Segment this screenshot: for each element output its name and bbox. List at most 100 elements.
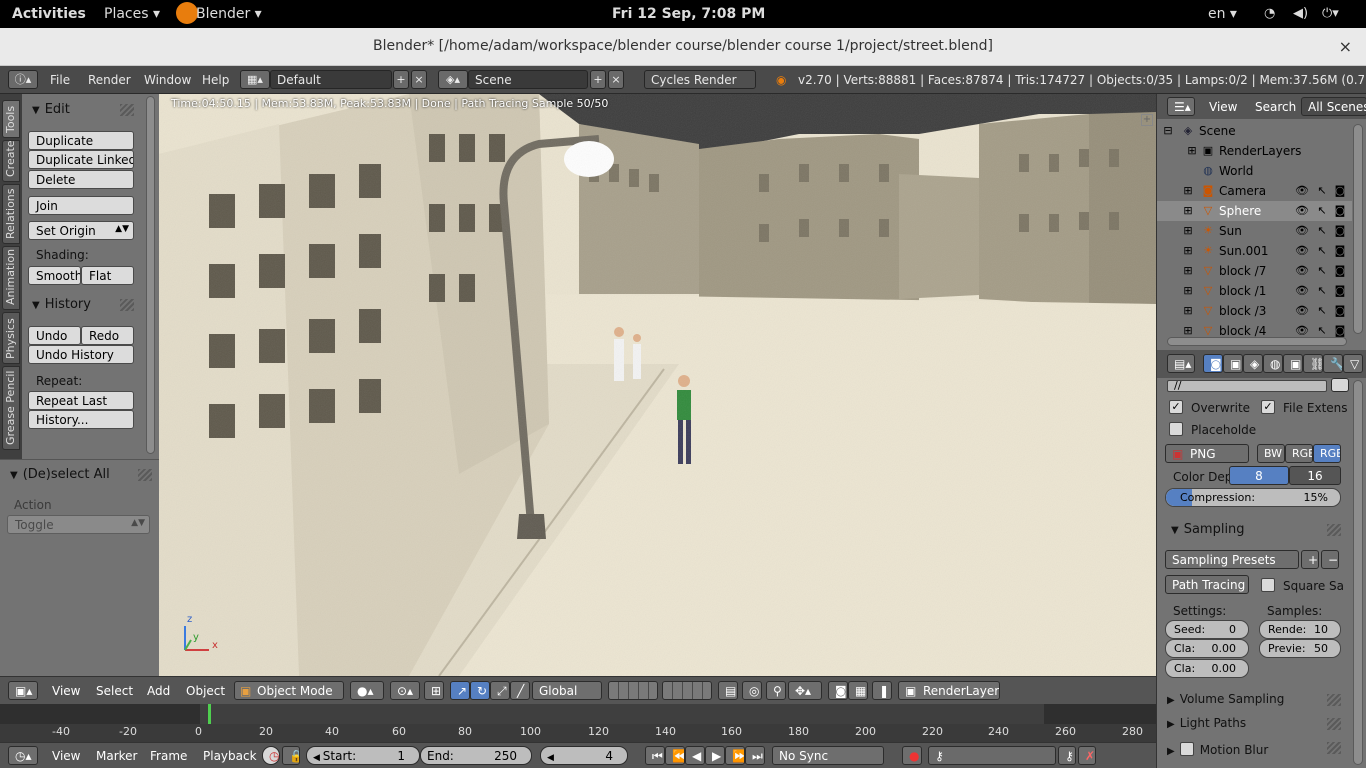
current-frame-field[interactable]: ◀ 4 [540, 746, 628, 765]
scene-tab-icon[interactable]: ◈ [1243, 354, 1263, 373]
color-rgba-button[interactable]: RGB [1313, 444, 1341, 463]
jump-end-icon[interactable]: ⏭ [745, 746, 765, 765]
properties-scrollbar[interactable] [1353, 380, 1363, 765]
join-button[interactable]: Join [28, 196, 134, 215]
tab-tools[interactable]: Tools [2, 100, 20, 138]
depth-16-button[interactable]: 16 [1289, 466, 1341, 485]
clamp-indirect-field[interactable]: Cla: 0.00 [1165, 659, 1249, 678]
end-frame-field[interactable]: End: 250 [420, 746, 532, 765]
constraints-tab-icon[interactable]: ⛓ [1303, 354, 1323, 373]
outliner-row-block-3[interactable]: ⊞ ▽ block /3 👁 ↖ ◙ [1157, 301, 1352, 321]
outliner-row-world[interactable]: ◍ World [1157, 161, 1352, 181]
undo-button[interactable]: Undo [28, 326, 81, 345]
tab-create[interactable]: Create [2, 140, 20, 182]
add-layout-icon[interactable]: + [393, 70, 409, 89]
compression-slider[interactable]: Compression: 15% [1165, 488, 1341, 507]
render-icon[interactable]: ◙ [828, 681, 848, 700]
motion-blur-panel[interactable]: ▶ Motion Blur [1167, 740, 1268, 757]
rotate-icon[interactable]: ↻ [470, 681, 490, 700]
outliner-menu-search[interactable]: Search [1255, 100, 1296, 114]
square-samples-checkbox[interactable] [1261, 578, 1275, 592]
tab-physics[interactable]: Physics [2, 312, 20, 364]
operator-panel-header[interactable]: ▼ (De)select All [10, 467, 110, 482]
placeholders-checkbox[interactable] [1169, 422, 1183, 436]
panel-grip-icon[interactable] [120, 104, 134, 116]
places-menu[interactable]: Places ▾ [104, 6, 160, 22]
menu-view[interactable]: View [52, 684, 80, 698]
panel-grip-icon[interactable] [138, 469, 152, 481]
menu-view-timeline[interactable]: View [52, 749, 80, 763]
light-paths-panel[interactable]: ▶ Light Paths [1167, 716, 1246, 730]
render-tab-icon[interactable]: ◙ [1203, 354, 1223, 373]
menu-object[interactable]: Object [186, 684, 225, 698]
menu-playback[interactable]: Playback [203, 749, 257, 763]
clamp-direct-field[interactable]: Cla: 0.00 [1165, 639, 1249, 658]
outliner-row-block-1[interactable]: ⊞ ▽ block /1 👁 ↖ ◙ [1157, 281, 1352, 301]
undo-history-button[interactable]: Undo History [28, 345, 134, 364]
tab-grease-pencil[interactable]: Grease Pencil [2, 366, 20, 450]
scene-icon[interactable]: ◈▴ [438, 70, 468, 89]
language-menu[interactable]: en ▾ [1208, 6, 1237, 22]
scene-field[interactable]: Scene [468, 70, 588, 89]
screen-layout-icon[interactable]: ▦▴ [240, 70, 270, 89]
modifiers-tab-icon[interactable]: 🔧 [1323, 354, 1343, 373]
history-panel-header[interactable]: ▼ History [32, 297, 91, 312]
seed-field[interactable]: Seed: 0 [1165, 620, 1249, 639]
render-animation-icon[interactable]: ▦ [848, 681, 868, 700]
smooth-button[interactable]: Smooth [28, 266, 81, 285]
menu-select[interactable]: Select [96, 684, 133, 698]
app-menu[interactable]: Blender ▾ [196, 6, 262, 22]
volume-icon[interactable]: ◀) [1293, 6, 1308, 21]
clock[interactable]: Fri 12 Sep, 7:08 PM [612, 6, 765, 22]
screen-layout-field[interactable]: Default [270, 70, 392, 89]
manipulator-icon[interactable]: ⊞ [424, 681, 444, 700]
proportional-edit-icon[interactable]: ◎ [742, 681, 762, 700]
sync-dropdown[interactable]: No Sync [772, 746, 884, 765]
menu-add[interactable]: Add [147, 684, 170, 698]
mode-dropdown[interactable]: ▣ Object Mode [234, 681, 344, 700]
menu-help[interactable]: Help [202, 73, 229, 87]
delete-button[interactable]: Delete [28, 170, 134, 189]
folder-icon[interactable] [1331, 378, 1349, 392]
render-layers-tab-icon[interactable]: ▣ [1223, 354, 1243, 373]
preview-samples-field[interactable]: Previe: 50 [1259, 639, 1341, 658]
integrator-dropdown[interactable]: Path Tracing [1165, 575, 1249, 594]
depth-8-button[interactable]: 8 [1229, 466, 1289, 485]
tab-animation[interactable]: Animation [2, 246, 20, 310]
lock-camera-icon[interactable]: ▤ [718, 681, 738, 700]
translate-icon[interactable]: ↗ [450, 681, 470, 700]
action-dropdown[interactable]: Toggle ▲▼ [7, 515, 150, 534]
color-rgb-button[interactable]: RGB [1285, 444, 1313, 463]
tab-relations[interactable]: Relations [2, 184, 20, 244]
play-icon[interactable]: ▶ [705, 746, 725, 765]
snap-icon[interactable]: ⚲ [766, 681, 786, 700]
object-tab-icon[interactable]: ▣ [1283, 354, 1303, 373]
current-frame-indicator[interactable] [208, 704, 211, 724]
layers-group-2[interactable] [662, 681, 712, 700]
properties-toggle-icon[interactable]: + [1141, 114, 1153, 126]
set-origin-dropdown[interactable]: Set Origin ▲▼ [28, 221, 134, 240]
editor-type-timeline-icon[interactable]: ◷▴ [8, 746, 38, 765]
volume-sampling-panel[interactable]: ▶ Volume Sampling [1167, 692, 1284, 706]
outliner-h-scrollbar[interactable] [1167, 337, 1347, 346]
start-frame-field[interactable]: ◀ Start: 1 [306, 746, 420, 765]
outliner-row-sun-001[interactable]: ⊞ ☀ Sun.001 👁 ↖ ◙ [1157, 241, 1352, 261]
data-tab-icon[interactable]: ▽ [1343, 354, 1363, 373]
outliner-row-renderlayers[interactable]: ⊞ ▣ RenderLayers [1157, 141, 1352, 161]
flat-button[interactable]: Flat [81, 266, 134, 285]
menu-window[interactable]: Window [144, 73, 191, 87]
file-format-dropdown[interactable]: ▣ PNG [1165, 444, 1249, 463]
panel-grip-icon[interactable] [1327, 742, 1341, 754]
history-button[interactable]: History... [28, 410, 134, 429]
remove-preset-icon[interactable]: − [1321, 550, 1339, 569]
shading-mode-icon[interactable]: ●▴ [350, 681, 384, 700]
file-extensions-checkbox[interactable]: ✓ [1261, 400, 1275, 414]
orientation-dropdown[interactable]: Global [532, 681, 602, 700]
repeat-last-button[interactable]: Repeat Last [28, 391, 134, 410]
render-engine-select[interactable]: Cycles Render [644, 70, 756, 89]
panel-grip-icon[interactable] [1327, 718, 1341, 730]
color-bw-button[interactable]: BW [1257, 444, 1285, 463]
overwrite-checkbox[interactable]: ✓ [1169, 400, 1183, 414]
outliner-row-scene[interactable]: ⊟ ◈ Scene [1157, 121, 1352, 141]
editor-type-properties-icon[interactable]: ▤▴ [1167, 354, 1195, 373]
